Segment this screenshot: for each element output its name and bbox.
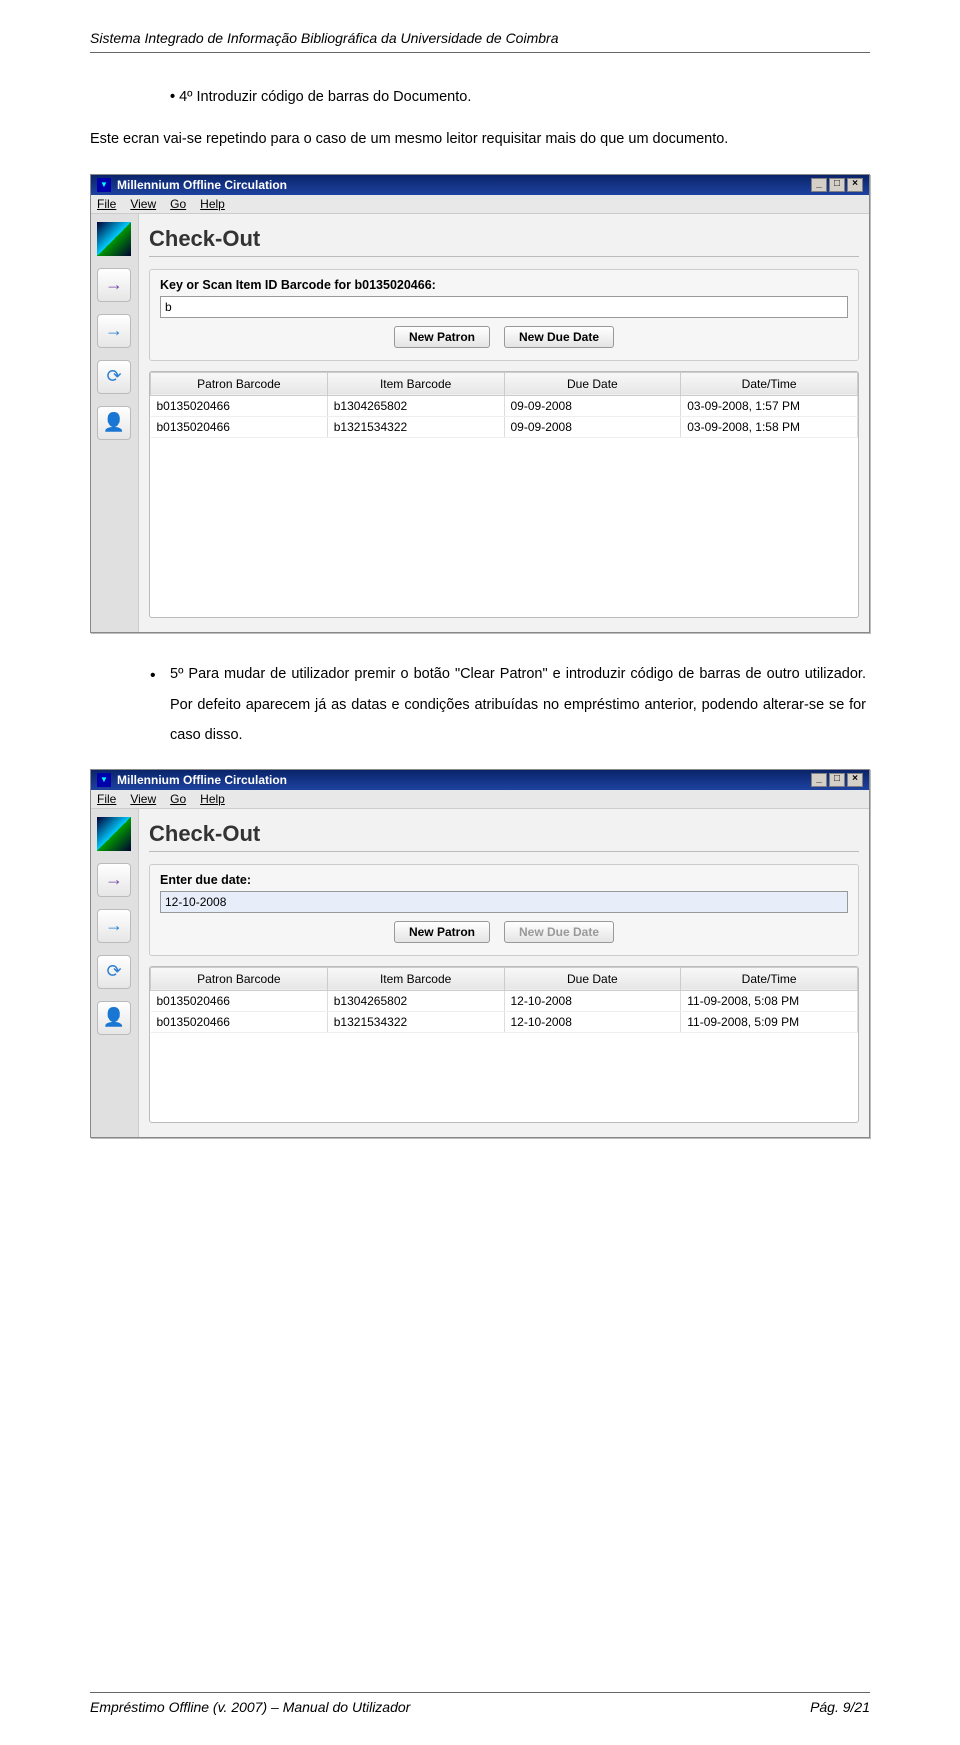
window-controls-1: _ □ ×: [811, 178, 863, 192]
cell: 12-10-2008: [504, 990, 681, 1011]
minimize-button[interactable]: _: [811, 773, 827, 787]
maximize-button[interactable]: □: [829, 773, 845, 787]
arrow-right-purple-icon[interactable]: →: [97, 863, 131, 897]
col-header[interactable]: Item Barcode: [327, 967, 504, 990]
patron-icon[interactable]: 👤: [97, 1001, 131, 1035]
new-patron-button-2[interactable]: New Patron: [394, 921, 490, 943]
app-window-2: Millennium Offline Circulation _ □ × Fil…: [90, 769, 870, 1139]
checkout-table-1: Patron Barcode Item Barcode Due Date Dat…: [150, 372, 858, 618]
new-patron-label: New Patron: [409, 925, 475, 939]
cell: b0135020466: [151, 1011, 328, 1032]
col-header[interactable]: Due Date: [504, 967, 681, 990]
titlebar-1: Millennium Offline Circulation _ □ ×: [91, 175, 869, 195]
menu-go[interactable]: Go: [170, 197, 186, 211]
menu-bar-1: File View Go Help: [91, 195, 869, 214]
app-window-1: Millennium Offline Circulation _ □ × Fil…: [90, 174, 870, 634]
due-date-input[interactable]: [160, 891, 848, 913]
logo-icon: [97, 817, 131, 851]
window-title-1: Millennium Offline Circulation: [117, 178, 287, 192]
menu-file[interactable]: File: [97, 197, 116, 211]
checkout-heading-2: Check-Out: [149, 821, 859, 852]
table-row: b0135020466 b1321534322 09-09-2008 03-09…: [151, 416, 858, 437]
checkout-heading-1: Check-Out: [149, 226, 859, 257]
checkout-table-2: Patron Barcode Item Barcode Due Date Dat…: [150, 967, 858, 1123]
menu-file[interactable]: File: [97, 792, 116, 806]
side-toolbar-2: → → ⟳ 👤: [91, 809, 139, 1138]
menu-view[interactable]: View: [130, 792, 156, 806]
cell: 11-09-2008, 5:08 PM: [681, 990, 858, 1011]
refresh-icon[interactable]: ⟳: [97, 955, 131, 989]
cell: 03-09-2008, 1:58 PM: [681, 416, 858, 437]
menu-help[interactable]: Help: [200, 197, 225, 211]
footer-right: Pág. 9/21: [810, 1699, 870, 1715]
window-title-2: Millennium Offline Circulation: [117, 773, 287, 787]
col-header[interactable]: Due Date: [504, 372, 681, 395]
arrow-right-purple-icon[interactable]: →: [97, 268, 131, 302]
menu-bar-2: File View Go Help: [91, 790, 869, 809]
arrow-right-blue-icon[interactable]: →: [97, 314, 131, 348]
cell: b1321534322: [327, 1011, 504, 1032]
intro-paragraph: Este ecran vai-se repetindo para o caso …: [90, 124, 870, 156]
col-header[interactable]: Patron Barcode: [151, 372, 328, 395]
table-row: b0135020466 b1304265802 12-10-2008 11-09…: [151, 990, 858, 1011]
cell: b1304265802: [327, 395, 504, 416]
refresh-icon[interactable]: ⟳: [97, 360, 131, 394]
maximize-button[interactable]: □: [829, 178, 845, 192]
titlebar-2: Millennium Offline Circulation _ □ ×: [91, 770, 869, 790]
new-due-label: New Due Date: [519, 925, 599, 939]
close-button[interactable]: ×: [847, 773, 863, 787]
table-header-row: Patron Barcode Item Barcode Due Date Dat…: [151, 372, 858, 395]
prompt-label-2: Enter due date:: [160, 873, 848, 887]
menu-help[interactable]: Help: [200, 792, 225, 806]
menu-go[interactable]: Go: [170, 792, 186, 806]
new-patron-label: New Patron: [409, 330, 475, 344]
cell: b0135020466: [151, 416, 328, 437]
table-row: b0135020466 b1321534322 12-10-2008 11-09…: [151, 1011, 858, 1032]
page-header: Sistema Integrado de Informação Bibliogr…: [90, 30, 870, 53]
barcode-input-1[interactable]: [160, 296, 848, 318]
close-button[interactable]: ×: [847, 178, 863, 192]
arrow-right-blue-icon[interactable]: →: [97, 909, 131, 943]
patron-icon[interactable]: 👤: [97, 406, 131, 440]
app-icon: [97, 178, 111, 192]
col-header[interactable]: Patron Barcode: [151, 967, 328, 990]
mid-bullet-paragraph: 5º Para mudar de utilizador premir o bot…: [170, 659, 870, 750]
cell: 12-10-2008: [504, 1011, 681, 1032]
menu-view[interactable]: View: [130, 197, 156, 211]
cell: b0135020466: [151, 395, 328, 416]
cell: 09-09-2008: [504, 416, 681, 437]
new-due-date-button-1[interactable]: New Due Date: [504, 326, 614, 348]
intro-bullet: 4º Introduzir código de barras do Docume…: [170, 83, 870, 112]
col-header[interactable]: Date/Time: [681, 967, 858, 990]
cell: b0135020466: [151, 990, 328, 1011]
logo-icon: [97, 222, 131, 256]
prompt-label-1: Key or Scan Item ID Barcode for b0135020…: [160, 278, 848, 292]
table-header-row: Patron Barcode Item Barcode Due Date Dat…: [151, 967, 858, 990]
cell: b1321534322: [327, 416, 504, 437]
cell: 09-09-2008: [504, 395, 681, 416]
footer-left: Empréstimo Offline (v. 2007) – Manual do…: [90, 1699, 410, 1715]
side-toolbar-1: → → ⟳ 👤: [91, 214, 139, 633]
page-footer: Empréstimo Offline (v. 2007) – Manual do…: [90, 1692, 870, 1715]
new-due-label: New Due Date: [519, 330, 599, 344]
window-controls-2: _ □ ×: [811, 773, 863, 787]
cell: b1304265802: [327, 990, 504, 1011]
intro-bullet-text: 4º Introduzir código de barras do Docume…: [179, 89, 471, 105]
minimize-button[interactable]: _: [811, 178, 827, 192]
col-header[interactable]: Item Barcode: [327, 372, 504, 395]
cell: 03-09-2008, 1:57 PM: [681, 395, 858, 416]
col-header[interactable]: Date/Time: [681, 372, 858, 395]
new-patron-button-1[interactable]: New Patron: [394, 326, 490, 348]
cell: 11-09-2008, 5:09 PM: [681, 1011, 858, 1032]
new-due-date-button-2[interactable]: New Due Date: [504, 921, 614, 943]
table-row: b0135020466 b1304265802 09-09-2008 03-09…: [151, 395, 858, 416]
app-icon: [97, 773, 111, 787]
